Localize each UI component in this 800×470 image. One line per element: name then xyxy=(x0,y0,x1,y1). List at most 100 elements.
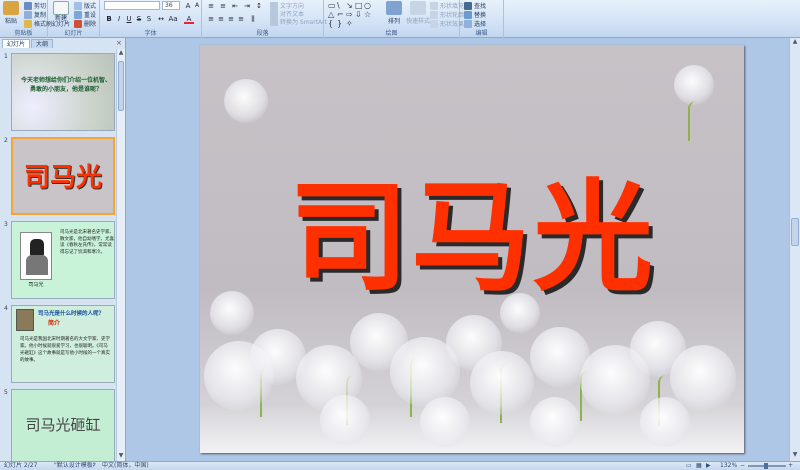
slide-preview: 司马光是什么时候的人呢？ 简介 司马光是我国北宋时期著名的大文学家、史学家。他小… xyxy=(11,305,115,383)
spellcheck-icon[interactable]: ✓ xyxy=(92,462,97,470)
slides-group-label: 幻灯片 xyxy=(64,30,83,37)
copy-button[interactable]: 复制 xyxy=(24,10,46,19)
lshape-icon[interactable]: ⌐ xyxy=(337,11,344,19)
underline-icon[interactable]: U xyxy=(124,14,134,24)
status-bar: 幻灯片 2/27 "默认设计模板" ✓ 中文(简体，中国) ▭ ▦ ▶ 132%… xyxy=(0,461,800,470)
panel-scrollbar[interactable]: ▲ ▼ xyxy=(116,49,125,461)
new-slide-button[interactable]: 新建 幻灯片 xyxy=(52,1,70,28)
font-size-combo[interactable]: 36 xyxy=(162,1,180,10)
portrait-caption: 司马光 xyxy=(28,282,44,288)
shadow-icon[interactable]: S xyxy=(144,14,154,24)
clipboard-group: 粘贴 剪切 复制 格式刷 剪贴板 xyxy=(0,0,52,38)
slide-number: 3 xyxy=(4,221,8,228)
quick-styles-icon xyxy=(410,1,426,15)
align-left-icon[interactable]: ≡ xyxy=(206,14,216,24)
shrink-font-icon[interactable]: A xyxy=(192,1,202,11)
effects-icon xyxy=(430,19,438,28)
paragraph-group: ≡ ≡ ⇤ ⇥ ↕ ≡ ≡ ≡ ≡ ⫼ 文字方向 对齐文本 转换为 SmartA… xyxy=(202,0,327,38)
star4-shape-icon[interactable]: ✧ xyxy=(346,20,353,28)
line-shape-icon[interactable]: \ xyxy=(337,2,340,10)
spacing-icon[interactable]: ↔ xyxy=(156,14,166,24)
zoom-slider-knob[interactable] xyxy=(764,463,768,469)
shape-outline-button[interactable]: 形状轮廓 xyxy=(430,10,464,19)
align-right-icon[interactable]: ≡ xyxy=(226,14,236,24)
tab-slides[interactable]: 幻灯片 xyxy=(2,39,31,48)
scroll-up-icon[interactable]: ▲ xyxy=(790,38,800,48)
strikethrough-icon[interactable]: S xyxy=(134,14,144,24)
slide-preview: 司马光砸缸 xyxy=(11,389,115,461)
editing-group: 查找 替换 选择 编辑 xyxy=(460,0,504,38)
paste-button[interactable]: 粘贴 xyxy=(3,1,19,25)
thumbnail-text: 司马光是北宋著名史学家、散文家，他自幼嗜学，尤喜读《春秋左氏传》，常常读得忘记了… xyxy=(60,230,114,255)
font-color-icon[interactable]: A xyxy=(184,14,194,24)
line-spacing-icon[interactable]: ↕ xyxy=(254,1,264,11)
thumbnail-list: 1 今天老师想给你们介绍一位机智、勇敢的小朋友，他是谁呢？ 2 司马光 3 司马… xyxy=(0,49,116,461)
thumbnail-text: 司马光是我国北宋时期著名的大文学家、史学家。他小时候就很爱学习，也很聪明。《司马… xyxy=(20,337,110,363)
layout-button[interactable]: 版式 xyxy=(74,1,96,10)
delete-button[interactable]: 删除 xyxy=(74,19,96,28)
scroll-down-icon[interactable]: ▼ xyxy=(117,452,125,461)
cut-button[interactable]: 剪切 xyxy=(24,1,46,10)
columns-icon[interactable]: ⫼ xyxy=(248,14,258,24)
select-icon xyxy=(464,19,472,28)
delete-icon xyxy=(74,19,82,28)
slide-scrollbar[interactable]: ▲ ▼ xyxy=(789,38,800,461)
italic-icon[interactable]: I xyxy=(114,14,124,24)
shape-effects-button[interactable]: 形状效果 xyxy=(430,19,464,28)
scroll-up-icon[interactable]: ▲ xyxy=(117,49,125,58)
star-shape-icon[interactable]: ☆ xyxy=(364,11,371,19)
scroll-thumb[interactable] xyxy=(791,218,799,246)
align-center-icon[interactable]: ≡ xyxy=(216,14,226,24)
close-icon[interactable]: × xyxy=(116,39,122,47)
arrow-shape-icon[interactable]: ↘ xyxy=(346,2,353,10)
brace-shape-icon[interactable]: { xyxy=(328,20,333,28)
down-arrow-shape-icon[interactable]: ⇩ xyxy=(355,11,362,19)
replace-icon xyxy=(464,10,472,19)
bullets-icon[interactable]: ≡ xyxy=(206,1,216,11)
slide-canvas[interactable]: 司马光 xyxy=(200,45,744,453)
font-name-combo[interactable] xyxy=(104,1,160,10)
oval-shape-icon[interactable]: ○ xyxy=(364,2,371,10)
outline-icon xyxy=(430,10,438,19)
view-sorter-icon[interactable]: ▦ xyxy=(696,462,702,470)
find-button[interactable]: 查找 xyxy=(464,1,486,10)
binoculars-icon xyxy=(464,1,472,10)
justify-icon[interactable]: ≡ xyxy=(236,14,246,24)
change-case-icon[interactable]: Aa xyxy=(168,14,178,24)
triangle-shape-icon[interactable]: △ xyxy=(328,11,334,19)
scroll-down-icon[interactable]: ▼ xyxy=(790,451,800,461)
slide-title[interactable]: 司马光 xyxy=(200,163,744,313)
slide-count-status: 幻灯片 2/27 xyxy=(4,462,38,469)
zoom-in-icon[interactable]: + xyxy=(788,462,793,470)
slides-panel: 幻灯片 大纲 × 1 今天老师想给你们介绍一位机智、勇敢的小朋友，他是谁呢？ 2… xyxy=(0,38,126,461)
view-show-icon[interactable]: ▶ xyxy=(706,462,711,470)
select-button[interactable]: 选择 xyxy=(464,19,486,28)
arrange-button[interactable]: 排列 xyxy=(386,1,402,25)
rect-shape-icon[interactable]: □ xyxy=(355,2,363,10)
textbox-shape-icon[interactable]: ▭ xyxy=(328,2,336,10)
increase-indent-icon[interactable]: ⇥ xyxy=(242,1,252,11)
zoom-out-icon[interactable]: − xyxy=(740,462,745,470)
shape-fill-button[interactable]: 形状填充 xyxy=(430,1,464,10)
decrease-indent-icon[interactable]: ⇤ xyxy=(230,1,240,11)
reset-button[interactable]: 重设 xyxy=(74,10,96,19)
smartart-icon xyxy=(270,17,278,26)
replace-button[interactable]: 替换 xyxy=(464,10,486,19)
view-normal-icon[interactable]: ▭ xyxy=(686,462,692,470)
dandelion-decoration xyxy=(674,65,714,105)
tab-outline[interactable]: 大纲 xyxy=(31,39,54,48)
smartart-button[interactable]: 转换为 SmartArt xyxy=(270,17,327,26)
language-status[interactable]: 中文(简体，中国) xyxy=(102,462,149,470)
bold-icon[interactable]: B xyxy=(104,14,114,24)
scroll-thumb[interactable] xyxy=(118,61,124,111)
slide-number: 2 xyxy=(4,137,8,144)
brush-icon xyxy=(24,19,32,28)
thumbnail-text: 今天老师想给你们介绍一位机智、勇敢的小朋友，他是谁呢？ xyxy=(20,77,111,93)
slide-number: 1 xyxy=(4,53,8,60)
slide-preview: 司马光 司马光是北宋著名史学家、散文家，他自幼嗜学，尤喜读《春秋左氏传》，常常读… xyxy=(11,221,115,299)
numbering-icon[interactable]: ≡ xyxy=(218,1,228,11)
quick-styles-button[interactable]: 快速样式 xyxy=(406,1,430,25)
right-arrow-shape-icon[interactable]: ⇨ xyxy=(346,11,353,19)
brace-right-shape-icon[interactable]: } xyxy=(337,20,342,28)
zoom-level[interactable]: 132% xyxy=(720,462,737,470)
